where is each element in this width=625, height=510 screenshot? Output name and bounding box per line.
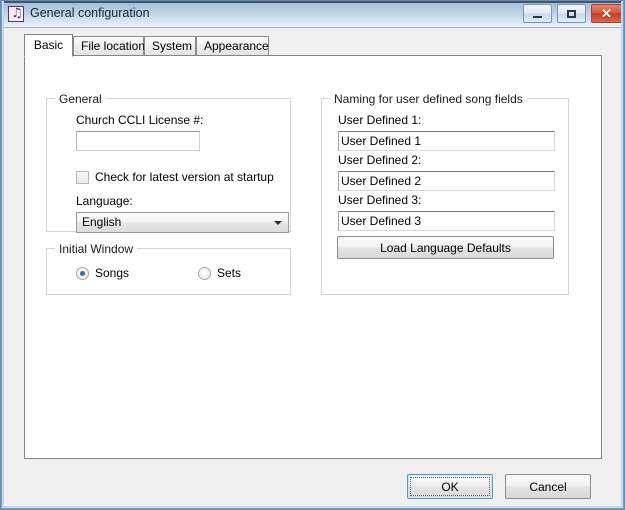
group-general: General Church CCLI License #: Check for… [46, 92, 291, 233]
group-initial-window: Initial Window Songs Sets [46, 242, 291, 295]
chevron-down-icon [274, 221, 282, 225]
tab-file-locations[interactable]: File locations [73, 36, 151, 56]
tab-panel-basic: General Church CCLI License #: Check for… [24, 55, 602, 459]
language-combobox[interactable]: English [76, 212, 289, 233]
close-button[interactable]: ✕ [591, 4, 622, 23]
load-language-defaults-label: Load Language Defaults [380, 240, 511, 255]
music-note-icon: ♫ [8, 6, 24, 22]
tab-basic[interactable]: Basic [24, 34, 73, 57]
cancel-button[interactable]: Cancel [505, 474, 591, 499]
tab-appearance[interactable]: Appearance [196, 36, 269, 56]
ccli-license-input[interactable] [76, 131, 200, 151]
window-title: General configuration [30, 6, 150, 20]
music-note-glyph: ♫ [11, 6, 23, 21]
ccli-license-label: Church CCLI License #: [76, 113, 204, 127]
user-defined-2-label: User Defined 2: [338, 153, 422, 167]
maximize-button[interactable] [557, 4, 586, 23]
load-language-defaults-button[interactable]: Load Language Defaults [337, 236, 554, 259]
user-defined-2-input[interactable] [338, 171, 555, 191]
maximize-icon [558, 5, 585, 22]
close-icon: ✕ [601, 6, 612, 21]
user-defined-3-input[interactable] [338, 211, 555, 231]
language-label: Language: [76, 194, 133, 208]
title-bar: ♫ General configuration ✕ [1, 1, 624, 28]
tab-system[interactable]: System [144, 36, 196, 56]
minimize-button[interactable] [523, 4, 552, 23]
minimize-icon [524, 5, 551, 22]
radio-initial-songs[interactable]: Songs [76, 266, 129, 280]
cancel-button-label: Cancel [529, 479, 567, 494]
general-configuration-dialog: ♫ General configuration ✕ Basic File loc… [0, 0, 625, 510]
ok-button-label: OK [441, 479, 459, 494]
check-latest-version-row[interactable]: Check for latest version at startup [76, 170, 274, 184]
radio-initial-sets[interactable]: Sets [198, 266, 241, 280]
radio-songs-label: Songs [95, 266, 130, 280]
check-latest-version-checkbox[interactable] [76, 170, 89, 184]
radio-sets-indicator[interactable] [198, 266, 211, 280]
group-user-defined-naming: Naming for user defined song fields User… [321, 92, 569, 295]
user-defined-1-label: User Defined 1: [338, 113, 422, 127]
group-user-defined-naming-title: Naming for user defined song fields [330, 92, 527, 106]
group-general-title: General [55, 92, 106, 106]
user-defined-3-label: User Defined 3: [338, 193, 422, 207]
user-defined-1-input[interactable] [338, 131, 555, 151]
language-selected-value: English [82, 215, 122, 229]
group-initial-window-title: Initial Window [55, 242, 138, 256]
check-latest-version-label: Check for latest version at startup [95, 170, 274, 184]
radio-songs-indicator[interactable] [76, 266, 89, 280]
ok-button[interactable]: OK [407, 474, 493, 499]
dialog-client-area: Basic File locations System Appearance G… [1, 28, 624, 509]
radio-sets-label: Sets [217, 266, 242, 280]
